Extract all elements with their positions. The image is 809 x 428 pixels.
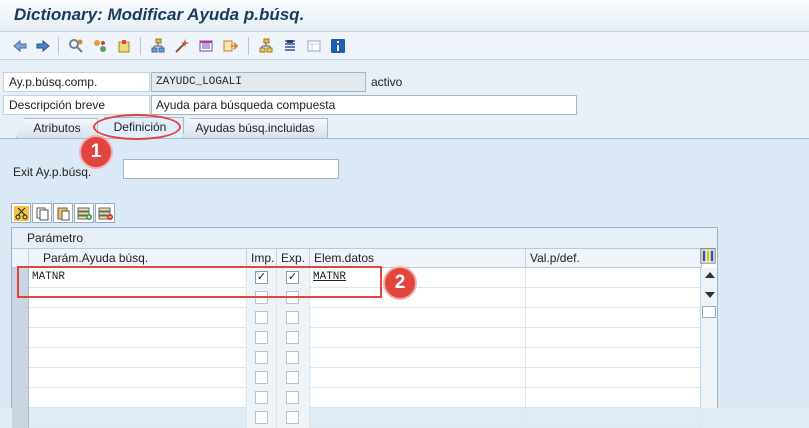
exp-checkbox[interactable] [286,391,299,404]
scroll-thumb[interactable] [702,306,716,318]
column-header-default-value[interactable]: Val.p/def. [526,249,702,268]
cut-icon[interactable] [11,203,31,223]
application-toolbar [0,32,809,60]
default-value-cell[interactable] [526,308,702,328]
imp-checkbox[interactable] [255,371,268,384]
imp-cell [247,328,277,348]
exp-cell [277,408,310,428]
imp-checkbox[interactable] [255,411,268,424]
table-row [12,408,702,428]
annotation-badge-2: 2 [385,268,415,298]
default-value-cell[interactable] [526,348,702,368]
info-icon[interactable] [328,36,348,56]
highlight-oval-definition-tab [93,114,181,140]
table-title: Parámetro [12,228,717,249]
default-value-cell[interactable] [526,268,702,288]
row-selector[interactable] [12,308,29,328]
exp-checkbox[interactable] [286,411,299,424]
exp-cell [277,388,310,408]
table-row [12,308,702,328]
row-selector[interactable] [12,328,29,348]
data-element-cell[interactable] [310,328,526,348]
row-selector[interactable] [12,348,29,368]
imp-cell [247,388,277,408]
exp-checkbox[interactable] [286,351,299,364]
comp-name-field[interactable]: ZAYUDC_LOGALI [151,72,366,92]
tab-included-helps[interactable]: Ayudas búsq.incluidas [182,118,328,138]
imp-checkbox[interactable] [255,351,268,364]
param-cell[interactable] [29,368,247,388]
exp-checkbox[interactable] [286,371,299,384]
activate-icon[interactable] [114,36,134,56]
exp-cell [277,308,310,328]
row-selector[interactable] [12,388,29,408]
table-row [12,388,702,408]
paste-icon[interactable] [53,203,73,223]
exit-field[interactable] [123,159,339,179]
status-text: activo [371,75,403,89]
exp-cell [277,348,310,368]
data-element-cell[interactable] [310,368,526,388]
documentation-icon[interactable] [280,36,300,56]
imp-checkbox[interactable] [255,331,268,344]
param-cell[interactable] [29,328,247,348]
imp-checkbox[interactable] [255,311,268,324]
enhancement-icon[interactable] [220,36,240,56]
tab-attributes[interactable]: Atributos [16,118,98,138]
exit-label: Exit Ay.p.búsq. [13,165,92,179]
title-bar: Dictionary: Modificar Ayuda p.búsq. [0,0,809,32]
exp-cell [277,328,310,348]
imp-cell [247,308,277,328]
param-cell[interactable] [29,388,247,408]
copy-icon[interactable] [32,203,52,223]
scroll-down-icon[interactable] [705,292,715,298]
param-cell[interactable] [29,308,247,328]
imp-checkbox[interactable] [255,391,268,404]
row-selector[interactable] [12,408,29,428]
annotation-badge-1: 1 [81,137,111,167]
display-change-icon[interactable] [90,36,110,56]
default-value-cell[interactable] [526,408,702,428]
back-icon[interactable] [10,36,30,56]
column-settings-icon[interactable] [700,248,718,266]
forward-icon[interactable] [33,36,53,56]
description-label: Descripción breve [3,95,150,115]
default-value-cell[interactable] [526,288,702,308]
description-field[interactable]: Ayuda para búsqueda compuesta [151,95,577,115]
param-cell[interactable] [29,348,247,368]
data-element-cell[interactable] [310,388,526,408]
where-used-icon[interactable] [148,36,168,56]
imp-cell [247,408,277,428]
data-element-cell[interactable] [310,348,526,368]
other-object-icon[interactable] [66,36,86,56]
delete-row-icon[interactable] [95,203,115,223]
highlight-rect-row [17,266,382,298]
table-row [12,348,702,368]
object-list-icon[interactable] [256,36,276,56]
table-row [12,368,702,388]
param-cell[interactable] [29,408,247,428]
insert-row-icon[interactable] [74,203,94,223]
window-title: Dictionary: Modificar Ayuda p.búsq. [14,5,305,24]
navigate-icon[interactable] [172,36,192,56]
layout-icon[interactable] [304,36,324,56]
hierarchy-icon[interactable] [196,36,216,56]
parameter-table: Parámetro Parám.Ayuda búsq. Imp. Exp. El… [11,227,718,428]
default-value-cell[interactable] [526,328,702,348]
comp-label: Ay.p.búsq.comp. [3,72,150,92]
vertical-scrollbar[interactable] [700,268,717,408]
exp-checkbox[interactable] [286,311,299,324]
default-value-cell[interactable] [526,368,702,388]
data-element-cell[interactable] [310,408,526,428]
exp-checkbox[interactable] [286,331,299,344]
row-selector[interactable] [12,368,29,388]
data-element-cell[interactable] [310,308,526,328]
imp-cell [247,368,277,388]
exp-cell [277,368,310,388]
scroll-up-icon[interactable] [705,272,715,278]
table-row [12,328,702,348]
default-value-cell[interactable] [526,388,702,408]
imp-cell [247,348,277,368]
